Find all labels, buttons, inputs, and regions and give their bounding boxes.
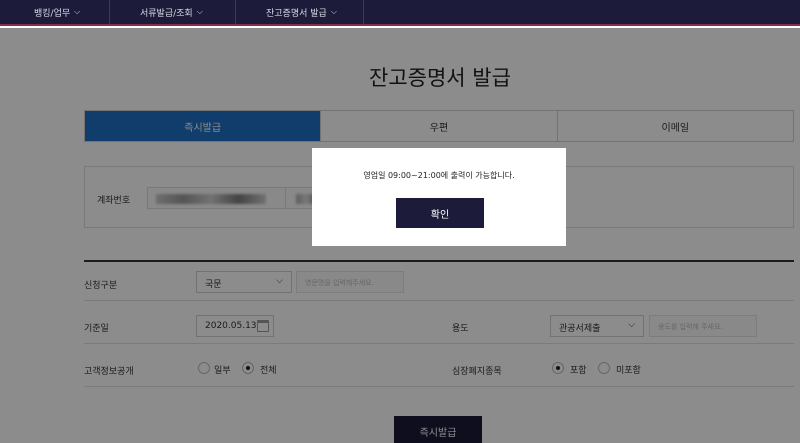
confirm-button[interactable]: 확인: [396, 198, 484, 228]
alert-dialog: 영업일 09:00~21:00에 출력이 가능합니다. 확인: [312, 148, 566, 246]
nav-item-banking[interactable]: 뱅킹/업무 ⌵: [0, 0, 110, 24]
chevron-down-icon: ⌵: [74, 7, 81, 16]
nav-item-documents[interactable]: 서류발급/조회 ⌵: [110, 0, 236, 24]
alert-message: 영업일 09:00~21:00에 출력이 가능합니다.: [363, 171, 515, 180]
nav-item-balance-certificate[interactable]: 잔고증명서 발급 ⌵: [236, 0, 364, 24]
chevron-down-icon: ⌵: [330, 7, 337, 16]
nav-item-label: 서류발급/조회: [140, 8, 193, 19]
chevron-down-icon: ⌵: [196, 7, 203, 16]
nav-item-label: 뱅킹/업무: [34, 8, 71, 19]
nav-item-label: 잔고증명서 발급: [266, 8, 327, 19]
top-nav: 뱅킹/업무 ⌵ 서류발급/조회 ⌵ 잔고증명서 발급 ⌵: [0, 0, 800, 26]
